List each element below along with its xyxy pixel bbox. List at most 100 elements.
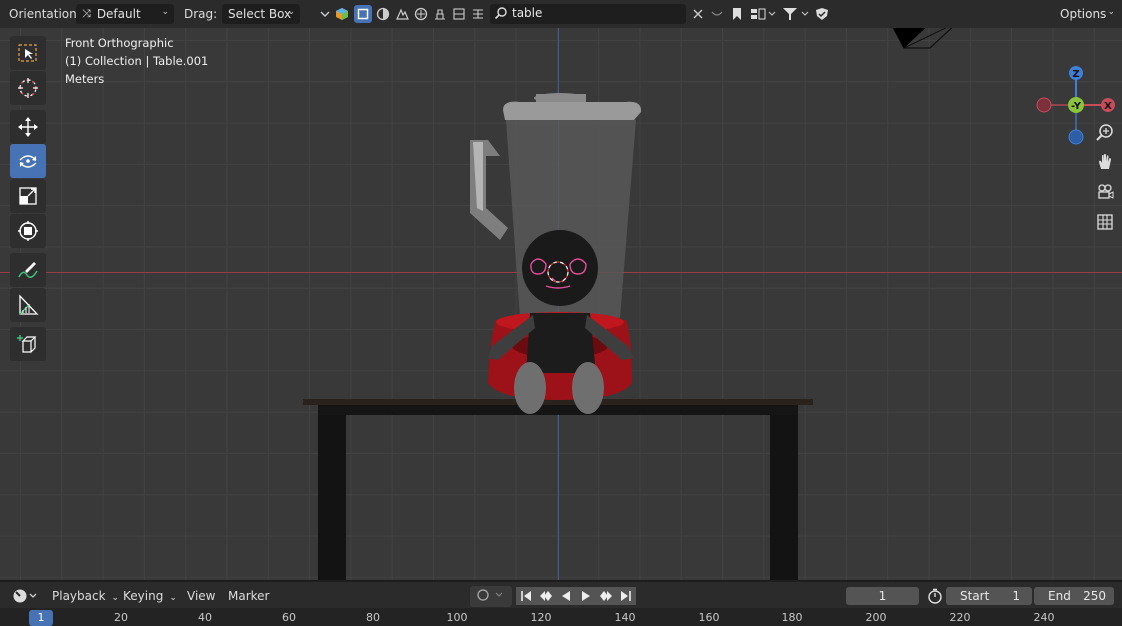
keying-label: Keying [123, 589, 164, 603]
tool-cursor[interactable] [10, 71, 46, 105]
chevron-down-icon: ⌄ [169, 593, 177, 603]
shading-wireframe-icon[interactable] [354, 5, 372, 23]
camera-view-button[interactable] [1093, 180, 1117, 204]
tool-measure[interactable] [10, 288, 46, 322]
overlay-icon[interactable] [431, 5, 449, 23]
rotate-icon [19, 155, 37, 168]
next-keyframe-button[interactable] [596, 587, 616, 605]
search-input[interactable]: table [490, 4, 686, 24]
auto-keying-toggle[interactable] [470, 586, 512, 607]
play-button[interactable] [576, 587, 596, 605]
timeline-ruler[interactable]: 1 20 40 60 80 100 120 140 160 180 200 22… [0, 608, 1122, 626]
prev-keyframe-icon [540, 591, 552, 601]
tool-add-cube[interactable] [10, 327, 46, 361]
record-icon [477, 589, 503, 601]
camera-object [892, 28, 953, 49]
chevron-down-icon: ⌄ [161, 7, 169, 17]
stopwatch-icon[interactable] [926, 587, 944, 605]
filter-icon[interactable] [781, 5, 811, 23]
clock-icon [13, 589, 37, 603]
current-frame-field[interactable]: 1 [846, 587, 919, 605]
table-object [303, 399, 813, 580]
add-cube-icon [17, 335, 37, 353]
chevron-down-icon[interactable] [318, 5, 332, 23]
select-box-icon [18, 44, 37, 62]
ruler-tick: 40 [198, 611, 212, 624]
gizmo-z-label: Z [1072, 69, 1079, 80]
tool-transform[interactable] [10, 214, 46, 248]
shading-material-icon[interactable] [393, 5, 411, 23]
view-menu[interactable]: View [181, 587, 221, 605]
play-reverse-button[interactable] [556, 587, 576, 605]
ruler-tick: 200 [865, 611, 887, 624]
end-frame-field[interactable]: End 250 [1034, 587, 1114, 605]
3d-viewport[interactable]: Front Orthographic (1) Collection | Tabl… [0, 28, 1122, 580]
options-label: Options [1060, 7, 1107, 21]
keying-menu[interactable]: Keying ⌄ [117, 587, 183, 605]
view-name: Front Orthographic [65, 36, 174, 50]
grid-icon [1097, 214, 1113, 230]
cursor-icon [18, 78, 38, 98]
search-value: table [512, 6, 543, 20]
chevron-down-icon: ⌄ [287, 7, 295, 17]
tool-move[interactable] [10, 110, 46, 144]
drag-dropdown[interactable]: Select Box ⌄ [222, 4, 300, 24]
annotate-icon [18, 262, 38, 278]
tool-rotate[interactable] [10, 144, 46, 178]
playback-label: Playback [52, 589, 106, 603]
drag-value: Select Box [228, 7, 292, 21]
start-value: 1 [1012, 589, 1020, 603]
move-icon [18, 117, 38, 137]
prev-keyframe-button[interactable] [536, 587, 556, 605]
ruler-tick: 120 [530, 611, 552, 624]
ruler-tick: 180 [781, 611, 803, 624]
transform-icon [18, 221, 38, 241]
play-icon [582, 591, 590, 601]
shading-rendered-icon[interactable] [412, 5, 430, 23]
pan-button[interactable] [1093, 150, 1117, 174]
scene-render [303, 28, 953, 580]
tool-annotate[interactable] [10, 253, 46, 287]
zoom-button[interactable] [1093, 120, 1117, 144]
orientation-dropdown[interactable]: ⤨ Default ⌄ [76, 4, 174, 24]
orientation-value: Default [96, 7, 141, 21]
ruler-tick: 160 [698, 611, 720, 624]
end-label: End [1048, 589, 1071, 603]
playback-menu[interactable]: Playback ⌄ [46, 587, 126, 605]
orientation-icon: ⤨ [82, 7, 91, 20]
display-mode-icon[interactable] [749, 5, 777, 23]
editor-type-button[interactable] [6, 586, 46, 609]
chevron-down-icon: ⌄ [1107, 7, 1115, 17]
orientation-label: Orientation: [9, 7, 81, 21]
ruler-tick: 20 [114, 611, 128, 624]
tool-select-box[interactable] [10, 36, 46, 70]
current-frame-indicator[interactable]: 1 [29, 610, 53, 626]
jump-end-button[interactable] [616, 587, 636, 605]
ortho-toggle-button[interactable] [1093, 210, 1117, 234]
object-types-icon[interactable] [333, 5, 351, 23]
start-label: Start [960, 589, 990, 603]
jump-start-button[interactable] [516, 587, 536, 605]
jump-end-icon [621, 591, 631, 601]
playback-controls [516, 587, 636, 605]
ruler-tick: 140 [614, 611, 636, 624]
ruler-tick: 100 [446, 611, 468, 624]
jump-start-icon [521, 591, 531, 601]
active-collection: (1) Collection | Table.001 [65, 54, 209, 68]
ruler-tick: 80 [366, 611, 380, 624]
clear-search-icon[interactable] [689, 5, 707, 23]
collapse-icon[interactable] [708, 5, 726, 23]
search-icon [494, 6, 508, 23]
hand-icon [1099, 154, 1111, 169]
options-dropdown[interactable]: Options ⌄ [1054, 4, 1120, 24]
end-value: 250 [1083, 589, 1106, 603]
bookmark-icon[interactable] [728, 5, 746, 23]
shield-icon[interactable] [813, 5, 831, 23]
shading-solid-icon[interactable] [374, 5, 392, 23]
start-frame-field[interactable]: Start 1 [946, 587, 1032, 605]
marker-menu[interactable]: Marker [222, 587, 275, 605]
tool-scale[interactable] [10, 179, 46, 213]
xray-icon[interactable] [469, 5, 487, 23]
gizmo-toggle-icon[interactable] [450, 5, 468, 23]
gizmo-y-label: -Y [1071, 101, 1082, 112]
